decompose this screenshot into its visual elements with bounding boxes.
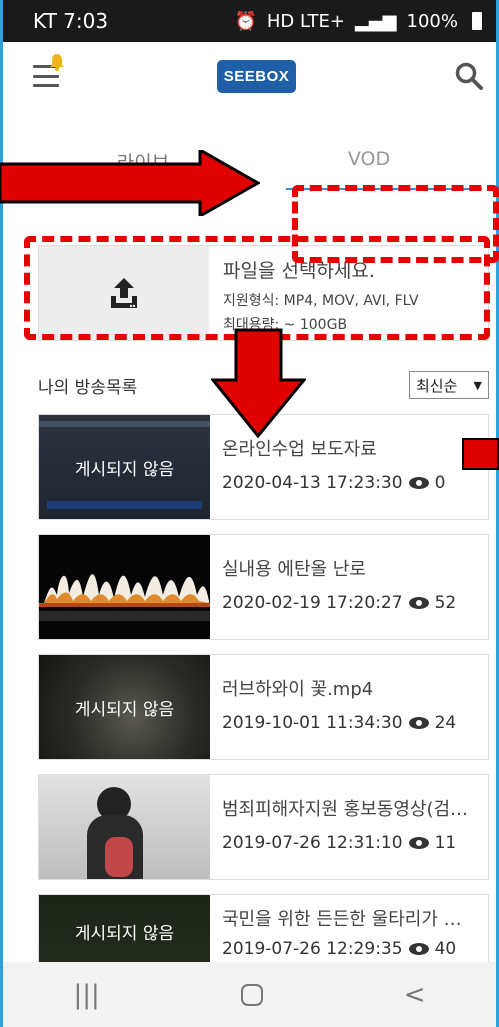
item-title: 국민을 위한 든든한 울타리가 … bbox=[222, 909, 462, 930]
home-button[interactable] bbox=[240, 983, 263, 1006]
unpublished-overlay: 게시되지 않음 bbox=[74, 924, 175, 944]
annotation-arrow-right bbox=[0, 150, 260, 216]
alarm-icon: ⏰ bbox=[234, 10, 257, 32]
annotation-block bbox=[462, 438, 499, 470]
system-nav-bar: ||| < bbox=[3, 962, 496, 1027]
video-thumbnail bbox=[39, 775, 210, 879]
fire-image bbox=[39, 574, 210, 621]
video-thumbnail bbox=[39, 535, 210, 639]
item-info: 범죄피해자지원 홍보동영상(검… 2019-07-26 12:31:10 11 bbox=[210, 775, 488, 879]
item-meta: 2020-04-13 17:23:30 0 bbox=[222, 473, 488, 493]
annotation-box-upload bbox=[24, 236, 490, 340]
item-title: 범죄피해자지원 홍보동영상(검… bbox=[222, 799, 469, 820]
status-bar: KT 7:03 ⏰ HD LTE+ ▂▄▆ 100% bbox=[3, 0, 496, 42]
item-views: 0 bbox=[434, 473, 446, 493]
item-views: 40 bbox=[434, 939, 457, 959]
thumb-caption-bar bbox=[47, 501, 202, 509]
list-item[interactable]: 게시되지 않음 러브하와이 꽃.mp4 2019-10-01 11:34:30 … bbox=[38, 654, 489, 760]
sort-select[interactable]: 최신순 ▼ bbox=[409, 371, 489, 399]
battery-icon bbox=[472, 12, 482, 30]
item-meta: 2019-10-01 11:34:30 24 bbox=[222, 713, 488, 733]
annotation-arrow-down bbox=[211, 328, 306, 438]
unpublished-overlay: 게시되지 않음 bbox=[74, 459, 175, 480]
item-datetime: 2019-10-01 11:34:30 bbox=[222, 713, 403, 733]
item-datetime: 2020-02-19 17:20:27 bbox=[222, 593, 403, 613]
list-item[interactable]: 게시되지 않음 국민을 위한 든든한 울타리가 … 2019-07-26 12:… bbox=[38, 894, 489, 962]
menu-line bbox=[33, 84, 59, 87]
item-title: 온라인수업 보도자료 bbox=[222, 439, 377, 460]
seebox-logo[interactable]: SEEBOX bbox=[216, 59, 297, 93]
item-meta: 2019-07-26 12:31:10 11 bbox=[222, 833, 488, 853]
list-item[interactable]: 실내용 에탄올 난로 2020-02-19 17:20:27 52 bbox=[38, 534, 489, 640]
item-datetime: 2019-07-26 12:31:10 bbox=[222, 833, 403, 853]
eye-icon bbox=[408, 477, 429, 489]
menu-button[interactable] bbox=[33, 54, 64, 87]
item-title: 실내용 에탄올 난로 bbox=[222, 559, 366, 580]
item-info: 러브하와이 꽃.mp4 2019-10-01 11:34:30 24 bbox=[210, 655, 488, 759]
item-title: 러브하와이 꽃.mp4 bbox=[222, 679, 374, 700]
thumb-figure-child bbox=[105, 837, 133, 877]
eye-icon bbox=[408, 943, 429, 955]
back-button[interactable]: < bbox=[404, 980, 426, 1010]
triangle-down-icon: ▼ bbox=[473, 378, 482, 392]
video-thumbnail: 게시되지 않음 bbox=[39, 415, 210, 519]
sort-value: 최신순 bbox=[416, 376, 458, 395]
status-icons: ⏰ HD LTE+ ▂▄▆ 100% bbox=[234, 11, 482, 32]
recent-apps-button[interactable]: ||| bbox=[73, 980, 99, 1010]
video-thumbnail: 게시되지 않음 bbox=[39, 655, 210, 759]
network-indicator: HD LTE+ bbox=[266, 10, 345, 32]
status-time: KT 7:03 bbox=[33, 9, 109, 33]
item-views: 11 bbox=[434, 833, 457, 853]
menu-line bbox=[33, 74, 59, 78]
list-item[interactable]: 범죄피해자지원 홍보동영상(검… 2019-07-26 12:31:10 11 bbox=[38, 774, 489, 880]
item-views: 52 bbox=[434, 593, 457, 613]
item-datetime: 2019-07-26 12:29:35 bbox=[222, 939, 403, 959]
item-meta: 2020-02-19 17:20:27 52 bbox=[222, 593, 488, 613]
tab-vod[interactable]: VOD bbox=[256, 140, 482, 190]
bell-icon bbox=[50, 54, 64, 71]
signal-icon: ▂▄▆ bbox=[355, 10, 397, 32]
eye-icon bbox=[408, 717, 429, 729]
search-icon[interactable] bbox=[454, 61, 484, 91]
item-datetime: 2020-04-13 17:23:30 bbox=[222, 473, 403, 493]
eye-icon bbox=[408, 837, 429, 849]
list-title: 나의 방송목록 bbox=[38, 377, 138, 398]
item-info: 실내용 에탄올 난로 2020-02-19 17:20:27 52 bbox=[210, 535, 488, 639]
app-header: SEEBOX bbox=[3, 42, 496, 110]
item-meta: 2019-07-26 12:29:35 40 bbox=[222, 939, 488, 959]
battery-level: 100% bbox=[406, 10, 458, 32]
video-thumbnail: 게시되지 않음 bbox=[39, 895, 210, 962]
unpublished-overlay: 게시되지 않음 bbox=[74, 699, 175, 720]
eye-icon bbox=[408, 597, 429, 609]
thumb-stripe bbox=[39, 421, 210, 427]
item-views: 24 bbox=[434, 713, 457, 733]
item-info: 국민을 위한 든든한 울타리가 … 2019-07-26 12:29:35 40 bbox=[210, 895, 488, 962]
